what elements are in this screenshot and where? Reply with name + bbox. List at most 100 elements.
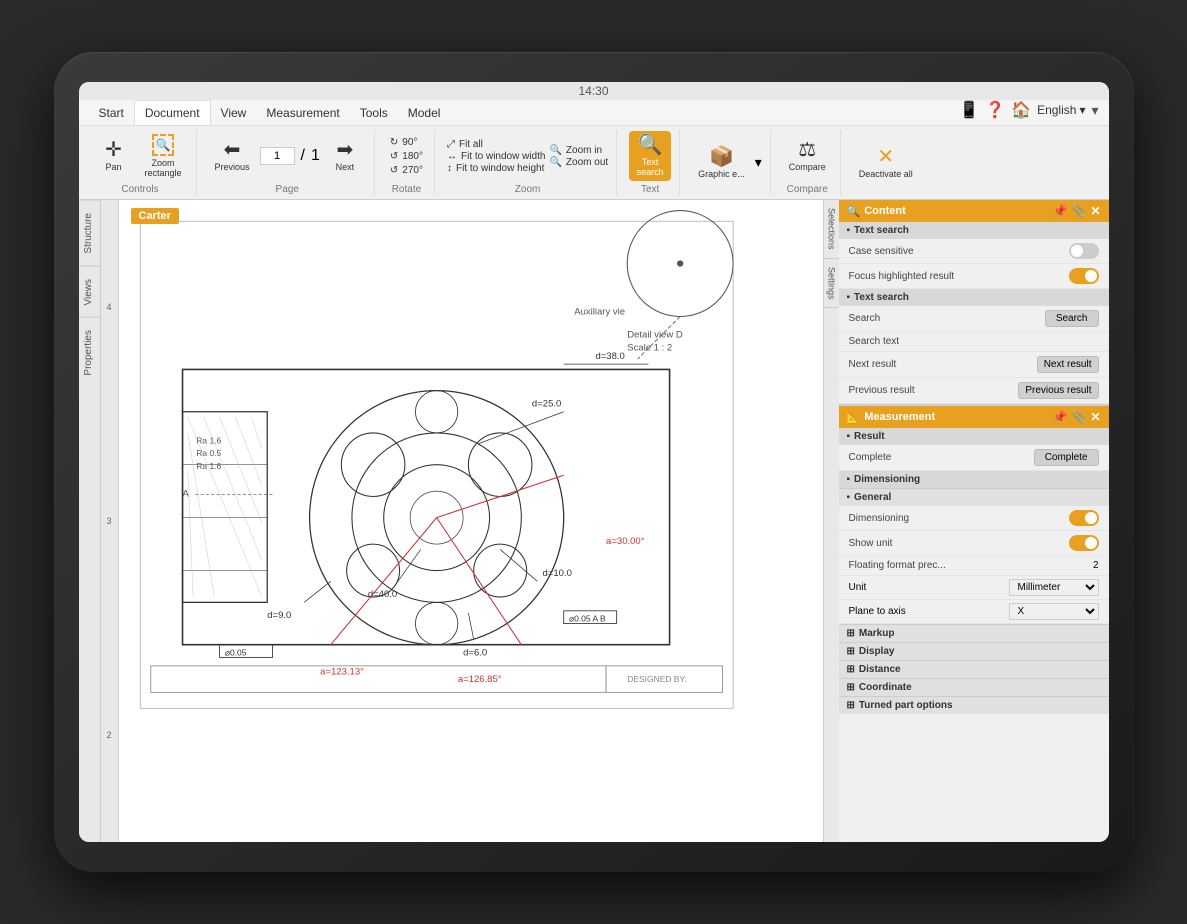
page-current-input[interactable]	[260, 147, 295, 165]
focus-highlighted-label: Focus highlighted result	[849, 271, 955, 282]
previous-page-button[interactable]: ⬅ Previous	[209, 136, 256, 176]
text-items: 🔍 Textsearch	[629, 130, 671, 182]
account-icon[interactable]: 🏠	[1011, 100, 1031, 120]
text-search-button[interactable]: 🔍 Textsearch	[629, 131, 671, 181]
menu-view[interactable]: View	[211, 100, 257, 125]
toolbar-zoom-group: ⤢ Fit all ↔ Fit to window width ↕ Fit to…	[439, 130, 617, 195]
toolbar-graphic-group: 📦 Graphic e... ▾	[684, 130, 771, 195]
menu-start[interactable]: Start	[89, 100, 134, 125]
rotate-180-button[interactable]: ↺ 180°	[387, 150, 426, 163]
display-header[interactable]: ⊞ Display	[839, 642, 1109, 660]
pan-label: Pan	[105, 162, 121, 172]
show-unit-toggle[interactable]	[1069, 535, 1099, 551]
dim-collapse-icon: ▪	[847, 474, 851, 485]
graphic-items: 📦 Graphic e... ▾	[692, 130, 762, 195]
compare-label: Compare	[789, 162, 826, 172]
fit-height-button[interactable]: ↕ Fit to window height	[447, 163, 545, 174]
graphic-dropdown-icon[interactable]: ▾	[755, 154, 762, 171]
toolbar-controls-group: ✛ Pan 🔍 Zoomrectangle Controls	[85, 130, 197, 195]
next-result-label: Next result	[849, 359, 897, 370]
case-sensitive-toggle[interactable]	[1069, 243, 1099, 259]
more-icon[interactable]: ▾	[1091, 102, 1098, 119]
svg-text:Ra 1.6: Ra 1.6	[196, 436, 221, 446]
rotate-90-button[interactable]: ↻ 90°	[387, 136, 426, 149]
search-button[interactable]: Search	[1045, 310, 1099, 327]
measurement-panel-title: 📐 Measurement	[847, 411, 936, 424]
technical-drawing: Detail view D Scale 1 : 2 Auxiliary vie	[119, 200, 839, 729]
unit-select[interactable]: Millimeter Inch Centimeter	[1009, 579, 1099, 596]
zoom-in-label: Zoom in	[566, 145, 602, 156]
help-icon[interactable]: ❓	[985, 100, 1005, 120]
properties-tab[interactable]: Properties	[79, 317, 100, 388]
dimensioning-header: ▪ Dimensioning	[839, 471, 1109, 488]
toolbar-text-group: 🔍 Textsearch Text	[621, 130, 680, 195]
menu-model[interactable]: Model	[398, 100, 451, 125]
content-panel-actions: 📌 📎 ✕	[1053, 204, 1101, 218]
graphic-e-button[interactable]: 📦 Graphic e...	[692, 143, 751, 183]
zoom-rect-label: Zoomrectangle	[145, 158, 182, 178]
menu-document[interactable]: Document	[134, 100, 211, 125]
markup-header[interactable]: ⊞ Markup	[839, 624, 1109, 642]
selections-tab[interactable]: Selections	[824, 200, 839, 259]
focus-highlighted-toggle[interactable]	[1069, 268, 1099, 284]
previous-icon: ⬅	[224, 140, 241, 160]
svg-text:DESIGNED BY:: DESIGNED BY:	[627, 674, 687, 684]
pan-button[interactable]: ✛ Pan	[93, 136, 135, 176]
distance-header[interactable]: ⊞ Distance	[839, 660, 1109, 678]
rotate-270-button[interactable]: ↺ 270°	[387, 164, 426, 177]
m-close-icon[interactable]: ✕	[1090, 410, 1100, 424]
svg-text:a=126.85°: a=126.85°	[457, 674, 501, 685]
dimensioning-toggle-label: Dimensioning	[849, 513, 910, 524]
language-button[interactable]: English ▾	[1037, 103, 1085, 117]
deactivate-all-button[interactable]: ✕ Deactivate all	[853, 143, 919, 183]
m-pin-icon[interactable]: 📌	[1053, 410, 1068, 424]
menu-tools[interactable]: Tools	[350, 100, 398, 125]
page-label: Page	[276, 182, 299, 195]
zoom-in-out-buttons: 🔍 Zoom in 🔍 Zoom out	[549, 145, 608, 168]
pin-icon[interactable]: 📌	[1053, 204, 1068, 218]
next-page-button[interactable]: ➡ Next	[324, 136, 366, 176]
settings-tab[interactable]: Settings	[824, 259, 839, 309]
bell-icon[interactable]: 📎	[1071, 204, 1086, 218]
fit-width-button[interactable]: ↔ Fit to window width	[447, 151, 545, 162]
device-icon[interactable]: 📱	[959, 100, 979, 120]
zoom-out-button[interactable]: 🔍 Zoom out	[549, 157, 608, 168]
plane-to-axis-label: Plane to axis	[849, 606, 906, 617]
fit-all-label: Fit all	[459, 139, 483, 150]
text-search-2-header: ▪ Text search	[839, 289, 1109, 306]
m-bell-icon[interactable]: 📎	[1071, 410, 1086, 424]
display-expand-icon: ⊞	[847, 646, 855, 657]
general-header[interactable]: ▪ General	[839, 488, 1109, 506]
floating-format-value: 2	[1093, 560, 1099, 571]
zoom-out-icon: 🔍	[549, 157, 561, 168]
svg-text:d=25.0: d=25.0	[531, 398, 560, 409]
language-label: English	[1037, 103, 1076, 117]
page-navigation: / 1	[260, 147, 320, 165]
result-collapse-icon: ▪	[847, 431, 851, 442]
turned-part-header[interactable]: ⊞ Turned part options	[839, 696, 1109, 714]
chevron-down-icon: ▾	[1079, 103, 1085, 117]
content-panel-title: 🔍 Content	[847, 205, 906, 218]
compare-button[interactable]: ⚖ Compare	[783, 136, 832, 176]
ruler-mark-4: 4	[106, 302, 111, 312]
search-row-label: Search	[849, 313, 881, 324]
dimensioning-toggle[interactable]	[1069, 510, 1099, 526]
zoom-rectangle-button[interactable]: 🔍 Zoomrectangle	[139, 130, 188, 182]
zoom-in-button[interactable]: 🔍 Zoom in	[549, 145, 608, 156]
complete-button[interactable]: Complete	[1034, 449, 1099, 466]
close-icon[interactable]: ✕	[1090, 204, 1100, 218]
left-sidebar: Structure Views Properties	[79, 200, 101, 842]
next-result-button[interactable]: Next result	[1037, 356, 1099, 373]
plane-to-axis-select[interactable]: X Y Z	[1009, 603, 1099, 620]
drawing-area[interactable]: Carter 4 3 2 Detail view D	[101, 200, 839, 842]
views-tab[interactable]: Views	[79, 266, 100, 318]
page-items: ⬅ Previous / 1 ➡ Next	[209, 130, 366, 182]
prev-result-button[interactable]: Previous result	[1018, 382, 1098, 399]
menu-measurement[interactable]: Measurement	[256, 100, 349, 125]
rotate-label: Rotate	[392, 182, 421, 195]
ruler-mark-3: 3	[106, 516, 111, 526]
fit-all-button[interactable]: ⤢ Fit all	[447, 139, 545, 150]
structure-tab[interactable]: Structure	[79, 200, 100, 266]
coordinate-header[interactable]: ⊞ Coordinate	[839, 678, 1109, 696]
rotate-180-label: 180°	[402, 151, 423, 162]
